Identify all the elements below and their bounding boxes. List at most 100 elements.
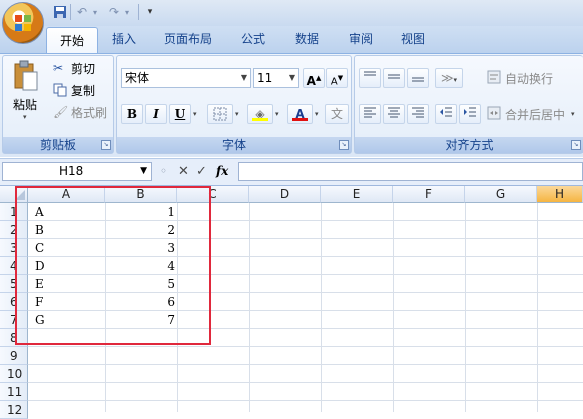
bold-button[interactable]: B xyxy=(121,104,143,124)
formula-bar-grip-icon: ◦ xyxy=(160,164,168,178)
clipboard-launcher-icon[interactable]: ↘ xyxy=(101,140,111,150)
grid-line xyxy=(249,203,250,412)
borders-icon xyxy=(213,107,227,121)
increase-indent-icon xyxy=(464,107,476,117)
column-header-g[interactable]: G xyxy=(465,186,537,203)
align-middle-button[interactable] xyxy=(383,68,405,88)
align-bottom-icon xyxy=(412,77,424,82)
redo-icon[interactable]: ↷ xyxy=(106,3,122,21)
underline-dropdown-icon[interactable]: ▾ xyxy=(193,110,197,118)
borders-dropdown-icon[interactable]: ▾ xyxy=(235,110,239,118)
save-icon[interactable] xyxy=(52,3,68,21)
paste-label[interactable]: 粘贴 xyxy=(13,96,37,113)
font-launcher-icon[interactable]: ↘ xyxy=(339,140,349,150)
font-color-dropdown-icon[interactable]: ▾ xyxy=(315,110,319,118)
decrease-indent-icon xyxy=(440,107,452,117)
align-left-icon xyxy=(364,107,376,118)
tab-review[interactable]: 审阅 xyxy=(336,26,386,53)
font-name-select[interactable]: 宋体 ▼ xyxy=(121,68,251,88)
align-top-icon xyxy=(364,71,376,76)
align-center-icon xyxy=(388,107,400,118)
grid-line xyxy=(321,203,322,412)
fill-color-dropdown-icon[interactable]: ▾ xyxy=(275,110,279,118)
align-right-button[interactable] xyxy=(407,104,429,124)
chevron-down-icon[interactable]: ▼ xyxy=(140,163,147,180)
font-color-button[interactable]: A xyxy=(287,104,313,124)
clipboard-group: 粘贴 ▾ ✂ 剪切 复制 🖌 格式刷 剪贴板 ↘ xyxy=(2,55,114,154)
align-center-button[interactable] xyxy=(383,104,405,124)
cut-icon[interactable]: ✂ xyxy=(53,61,67,75)
qat-separator xyxy=(138,4,139,20)
wrap-text-icon[interactable] xyxy=(487,70,501,84)
merge-center-button[interactable]: 合并后居中 xyxy=(505,106,565,123)
alignment-group: ≫▾ 自动换行 合并后居中 ▾ 对齐方式 ↘ xyxy=(354,55,583,154)
underline-button[interactable]: U xyxy=(169,104,191,124)
tab-home[interactable]: 开始 xyxy=(46,27,98,54)
name-box[interactable]: H18 ▼ xyxy=(2,162,152,181)
undo-dropdown-icon[interactable]: ▾ xyxy=(90,3,100,21)
grow-font-button[interactable]: A▲ xyxy=(303,68,325,88)
borders-button[interactable] xyxy=(207,104,233,124)
undo-icon[interactable]: ↶ xyxy=(74,3,90,21)
tab-formulas[interactable]: 公式 xyxy=(228,26,278,53)
office-logo-icon xyxy=(15,15,31,31)
row-header-9[interactable]: 9 xyxy=(0,347,28,365)
row-header-11[interactable]: 11 xyxy=(0,383,28,401)
customize-qat-icon[interactable]: ▾ xyxy=(144,3,156,21)
alignment-group-label: 对齐方式 xyxy=(355,137,583,153)
increase-indent-button[interactable] xyxy=(459,104,481,124)
format-painter-button[interactable]: 格式刷 xyxy=(71,104,107,121)
grid-line xyxy=(28,382,583,383)
format-painter-icon[interactable]: 🖌 xyxy=(53,105,68,119)
orientation-button[interactable]: ≫▾ xyxy=(435,68,463,88)
redo-dropdown-icon[interactable]: ▾ xyxy=(122,3,132,21)
column-header-e[interactable]: E xyxy=(321,186,393,203)
align-bottom-button[interactable] xyxy=(407,68,429,88)
decrease-indent-button[interactable] xyxy=(435,104,457,124)
cancel-icon[interactable]: ✕ xyxy=(178,163,192,180)
office-button[interactable] xyxy=(2,2,44,44)
font-size-select[interactable]: 11 ▼ xyxy=(253,68,299,88)
row-header-10[interactable]: 10 xyxy=(0,365,28,383)
phonetic-button[interactable]: 文 xyxy=(325,104,349,124)
column-header-d[interactable]: D xyxy=(249,186,321,203)
enter-icon[interactable]: ✓ xyxy=(196,163,210,180)
paste-dropdown-icon[interactable]: ▾ xyxy=(23,113,27,121)
tab-view[interactable]: 视图 xyxy=(388,26,438,53)
tab-data[interactable]: 数据 xyxy=(282,26,332,53)
align-right-icon xyxy=(412,107,424,118)
insert-function-icon[interactable]: fx xyxy=(216,163,236,180)
chevron-down-icon: ▼ xyxy=(288,73,295,82)
tab-page-layout[interactable]: 页面布局 xyxy=(152,26,224,53)
formula-input[interactable] xyxy=(238,162,583,181)
font-name-value: 宋体 xyxy=(125,71,150,85)
align-middle-icon xyxy=(388,74,400,79)
align-left-button[interactable] xyxy=(359,104,381,124)
grow-font-icon: A xyxy=(306,74,316,88)
font-group: 宋体 ▼ 11 ▼ A▲ A▼ B I U ▾ ▾ ◈ ▾ A ▾ 文 字体 ↘ xyxy=(116,55,352,154)
shrink-font-icon: A xyxy=(330,76,338,88)
qat-separator xyxy=(70,4,71,20)
merge-dropdown-icon[interactable]: ▾ xyxy=(571,110,575,118)
copy-button[interactable]: 复制 xyxy=(71,82,95,99)
grid-line xyxy=(28,346,583,347)
fill-color-button[interactable]: ◈ xyxy=(247,104,273,124)
grid-line xyxy=(28,400,583,401)
column-header-h[interactable]: H xyxy=(537,186,583,203)
cut-button[interactable]: 剪切 xyxy=(71,60,95,77)
italic-button[interactable]: I xyxy=(145,104,167,124)
highlight-rectangle xyxy=(15,186,211,345)
alignment-launcher-icon[interactable]: ↘ xyxy=(571,140,581,150)
grid-line xyxy=(465,203,466,412)
merge-center-icon[interactable] xyxy=(487,106,501,120)
row-header-12[interactable]: 12 xyxy=(0,401,28,419)
paste-icon[interactable] xyxy=(13,60,39,92)
orientation-icon: ≫ xyxy=(440,71,454,85)
copy-icon[interactable] xyxy=(53,83,67,97)
tab-insert[interactable]: 插入 xyxy=(100,26,148,53)
column-header-f[interactable]: F xyxy=(393,186,465,203)
wrap-text-button[interactable]: 自动换行 xyxy=(505,70,553,87)
shrink-font-button[interactable]: A▼ xyxy=(326,68,348,88)
grid-line xyxy=(393,203,394,412)
align-top-button[interactable] xyxy=(359,68,381,88)
